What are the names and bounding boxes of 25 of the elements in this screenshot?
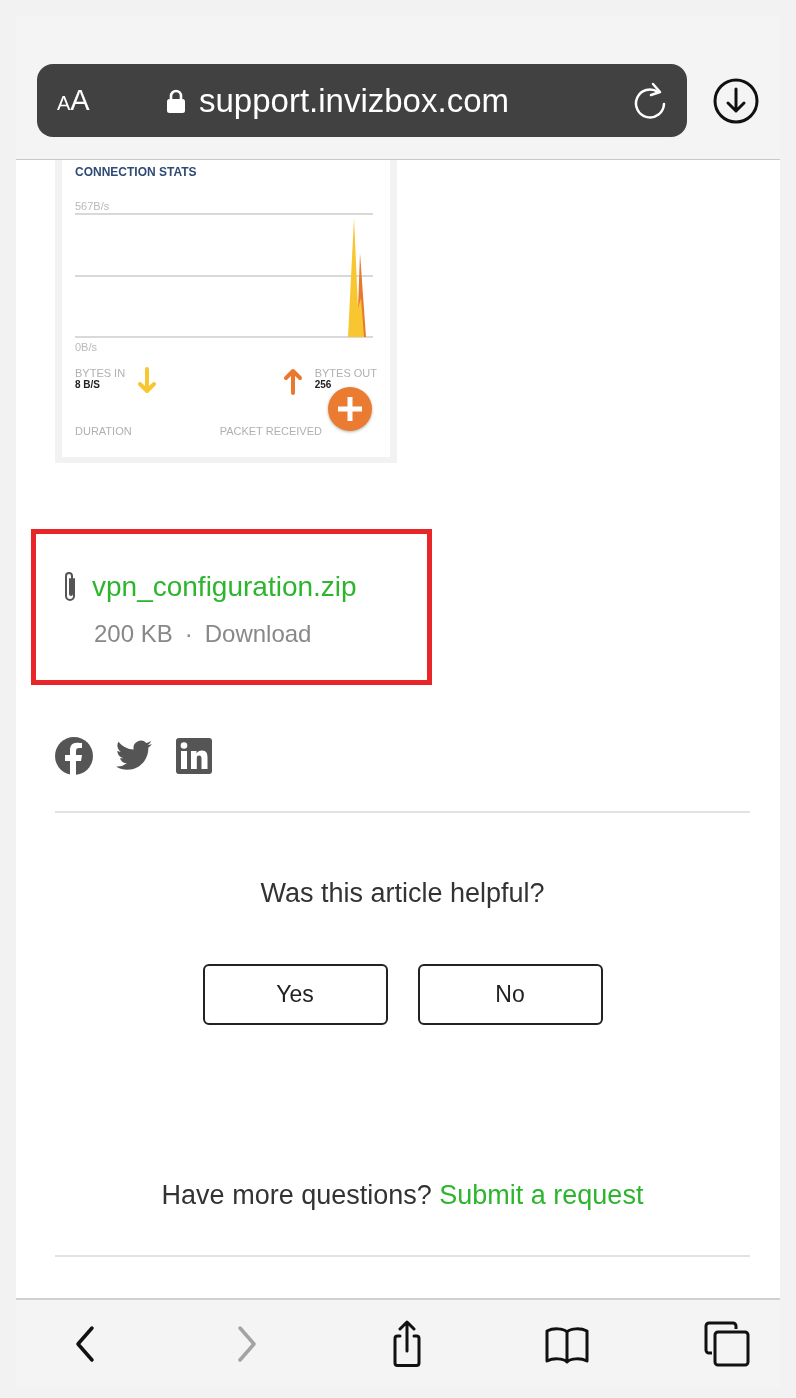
facebook-icon[interactable] [55, 737, 93, 775]
download-icon[interactable] [713, 78, 759, 124]
vote-button[interactable]: No [417, 964, 603, 1025]
stats-title: CONNECTION STATS [75, 165, 198, 179]
linkedin-icon[interactable] [175, 737, 213, 775]
stat-value: 8 B/S [75, 379, 101, 390]
feedback-question: Was this article helpful? [259, 878, 546, 909]
download-link[interactable]: Download [204, 620, 312, 648]
separator-dot: · [184, 620, 193, 648]
stat-value: 256 [314, 379, 333, 390]
more-questions-text: Have more questions? Submit a request [160, 1180, 645, 1211]
paperclip-icon [62, 570, 78, 604]
file-size: 200 KB [94, 620, 173, 648]
tabs-icon[interactable] [703, 1320, 751, 1368]
vote-button[interactable]: Yes [202, 964, 388, 1025]
stat-label: DURATION [75, 425, 132, 437]
text-size-button[interactable]: AA [57, 84, 167, 117]
address-bar[interactable]: AA support.invizbox.com [37, 64, 687, 137]
axis-label: 0B/s [75, 341, 98, 353]
url-text: support.invizbox.com [199, 81, 510, 120]
stat-label: BYTES IN [75, 367, 126, 379]
reload-icon[interactable] [633, 81, 667, 120]
axis-label: 567B/s [75, 200, 111, 212]
stat-label: BYTES OUT [314, 367, 377, 379]
stat-label: PACKET RECEIVED [219, 425, 322, 437]
